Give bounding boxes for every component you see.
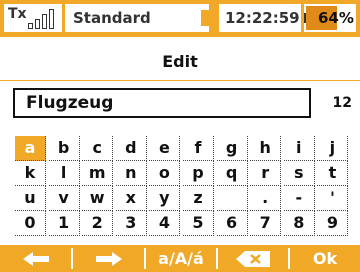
page-title: Edit xyxy=(162,52,198,71)
signal-bars-icon xyxy=(28,8,58,29)
status-bar: Tx Standard 12:22:59 64% xyxy=(0,0,360,37)
key-d[interactable]: d xyxy=(115,136,147,161)
key-2[interactable]: 2 xyxy=(82,211,114,236)
key-e[interactable]: e xyxy=(149,136,181,161)
cursor-left-button[interactable] xyxy=(0,245,71,272)
key-l[interactable]: l xyxy=(48,161,80,186)
key-j[interactable]: j xyxy=(317,136,349,161)
arrow-left-icon xyxy=(22,251,49,266)
key-a[interactable]: a xyxy=(15,136,46,161)
battery-percent: 64% xyxy=(318,9,354,27)
key-f[interactable]: f xyxy=(183,136,214,161)
battery-indicator: 64% xyxy=(304,4,356,32)
title-divider xyxy=(0,80,360,81)
key-p[interactable]: p xyxy=(183,161,214,186)
key-s[interactable]: s xyxy=(283,161,315,186)
key-k[interactable]: k xyxy=(15,161,46,186)
model-name: Standard xyxy=(73,9,151,27)
key-7[interactable]: 7 xyxy=(250,211,282,236)
key-q[interactable]: q xyxy=(216,161,248,186)
key-space[interactable] xyxy=(216,186,248,211)
case-toggle-button[interactable]: a/A/á xyxy=(146,245,216,272)
backspace-button[interactable] xyxy=(218,245,288,272)
key-y[interactable]: y xyxy=(149,186,181,211)
key-9[interactable]: 9 xyxy=(317,211,349,236)
tx-label: Tx xyxy=(8,6,27,22)
key-r[interactable]: r xyxy=(250,161,282,186)
key-b[interactable]: b xyxy=(48,136,80,161)
receiver-battery-icon xyxy=(201,10,215,26)
key-m[interactable]: m xyxy=(82,161,114,186)
key-w[interactable]: w xyxy=(82,186,114,211)
ok-button[interactable]: Ok xyxy=(290,245,360,272)
key-8[interactable]: 8 xyxy=(283,211,315,236)
key-t[interactable]: t xyxy=(317,161,349,186)
key-5[interactable]: 5 xyxy=(183,211,214,236)
tx-signal-indicator: Tx xyxy=(4,4,62,32)
key-3[interactable]: 3 xyxy=(115,211,147,236)
key-g[interactable]: g xyxy=(216,136,248,161)
key-1[interactable]: 1 xyxy=(48,211,80,236)
key-0[interactable]: 0 xyxy=(15,211,46,236)
edit-screen: Tx Standard 12:22:59 64% Edit Flugzeug 1… xyxy=(0,0,360,272)
key-6[interactable]: 6 xyxy=(216,211,248,236)
key-i[interactable]: i xyxy=(283,136,315,161)
char-count: 12 xyxy=(332,95,352,111)
cursor-right-button[interactable] xyxy=(73,245,144,272)
key-4[interactable]: 4 xyxy=(149,211,181,236)
key-n[interactable]: n xyxy=(115,161,147,186)
key-v[interactable]: v xyxy=(48,186,80,211)
name-input[interactable]: Flugzeug xyxy=(13,88,311,118)
key-x[interactable]: x xyxy=(115,186,147,211)
function-bar: a/A/á Ok xyxy=(0,245,360,272)
on-screen-keyboard: abcdefghij klmnopqrst uvwxyz . - ' 0 1 2 3 4 5 6 7 8 9 xyxy=(15,136,351,236)
key-symbol[interactable]: - xyxy=(283,186,315,211)
clock-box: 12:22:59 xyxy=(219,4,301,32)
key-o[interactable]: o xyxy=(149,161,181,186)
key-z[interactable]: z xyxy=(183,186,214,211)
arrow-right-icon xyxy=(95,251,122,266)
key-u[interactable]: u xyxy=(15,186,46,211)
key-h[interactable]: h xyxy=(250,136,282,161)
key-c[interactable]: c xyxy=(82,136,114,161)
backspace-icon xyxy=(236,250,270,267)
model-name-box: Standard xyxy=(65,4,209,32)
key-symbol[interactable]: ' xyxy=(317,186,349,211)
clock-time: 12:22:59 xyxy=(225,9,300,27)
name-input-value: Flugzeug xyxy=(26,93,114,113)
key-symbol[interactable]: . xyxy=(250,186,282,211)
